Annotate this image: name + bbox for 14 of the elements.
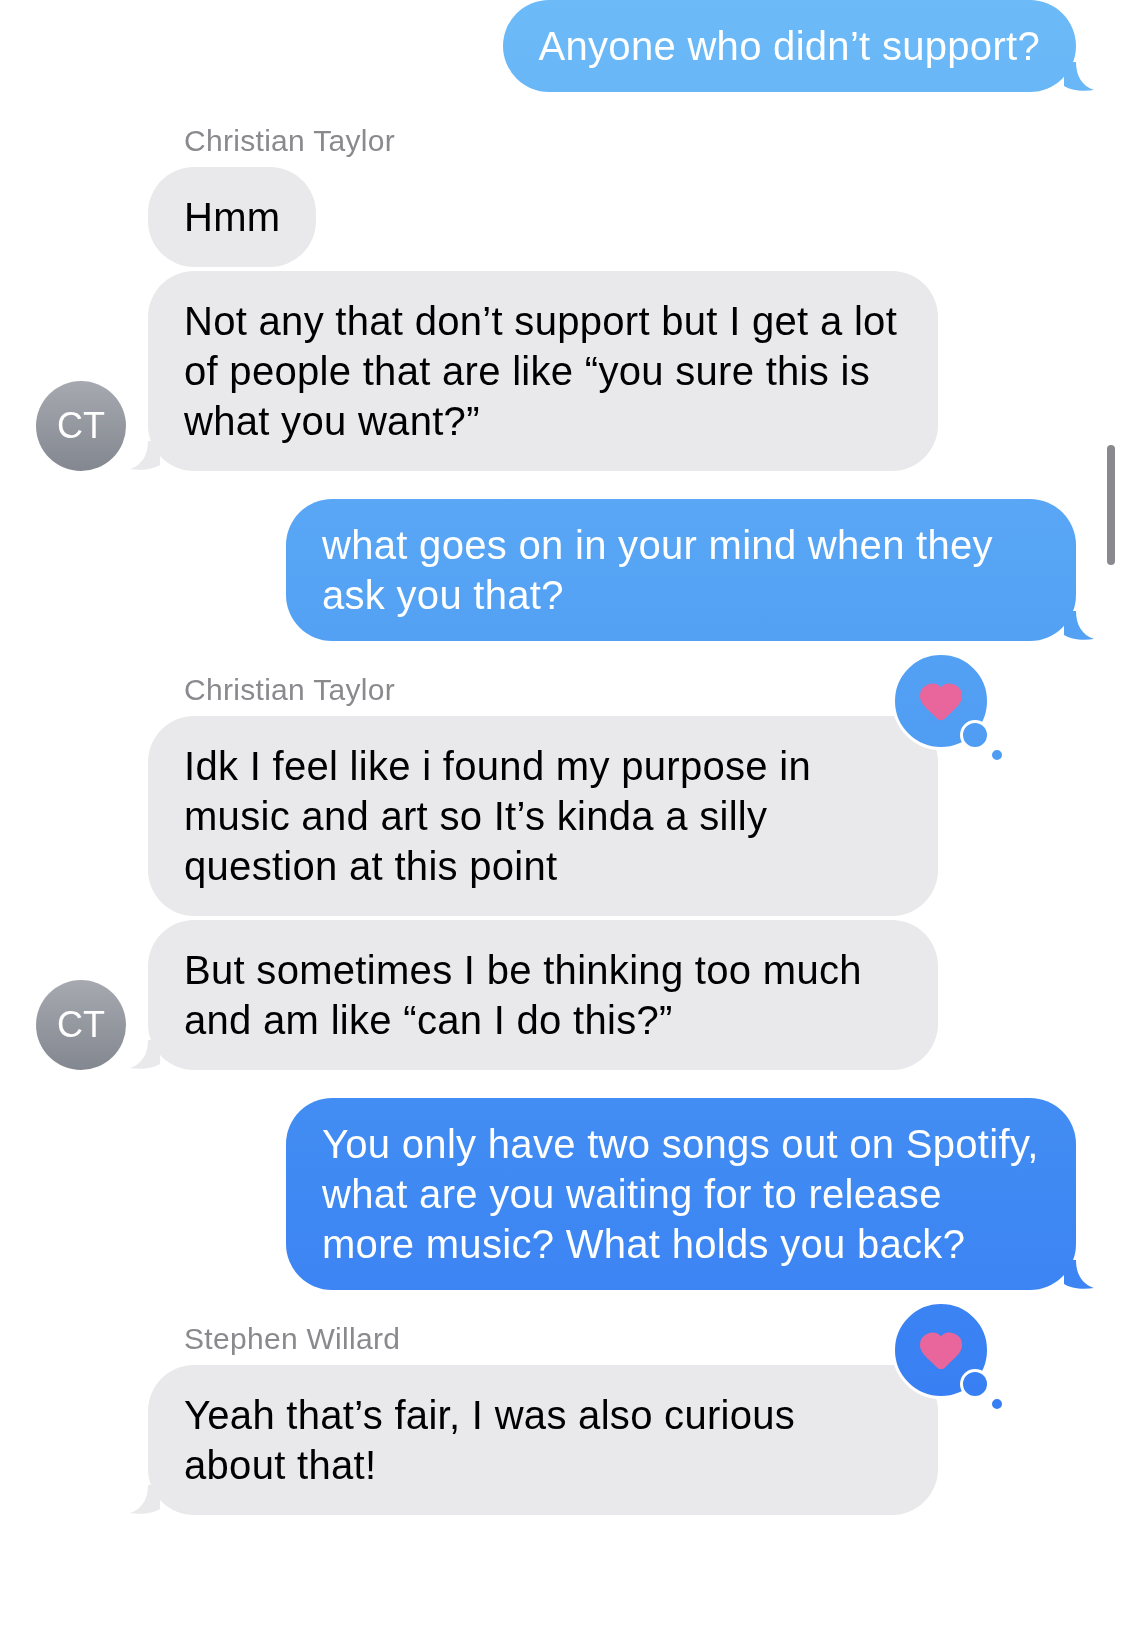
message-bubble: Not any that don’t support but I get a lot of people that are like “you sure this is what you want?” [148, 271, 938, 471]
message-bubble: But sometimes I be thinking too much and am like “can I do this?” [148, 920, 938, 1070]
contact-avatar[interactable]: CT [36, 980, 126, 1070]
sender-name: Christian Taylor [184, 673, 395, 706]
message-bubble: what goes on in your mind when they ask you that? [286, 499, 1076, 641]
contact-avatar[interactable]: CT [36, 381, 126, 471]
message-bubble: You only have two songs out on Spotify, what are you waiting for to release more music? What holds you back? [286, 1098, 1076, 1290]
message-bubble: Idk I feel like i found my purpose in music and art so It’s kinda a silly question at this point [148, 716, 938, 916]
message-bubble: Hmm [148, 167, 317, 267]
sender-name: Christian Taylor [184, 124, 395, 157]
scrollbar[interactable] [1107, 445, 1115, 565]
message-bubble: Anyone who didn’t support? [502, 0, 1076, 92]
message-bubble: Yeah that’s fair, I was also curious about that! [148, 1365, 938, 1515]
sender-name: Stephen Willard [184, 1322, 401, 1355]
